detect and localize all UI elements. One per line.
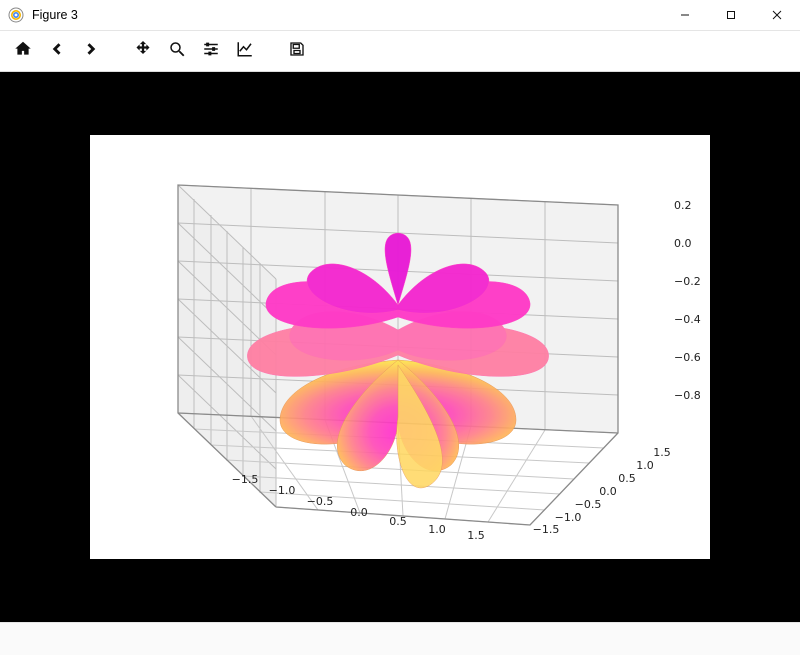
window-titlebar: Figure 3 xyxy=(0,0,800,31)
axes3d[interactable]: 0.2 0.0 −0.2 −0.4 −0.6 −0.8 −1.5 −1.0 −0… xyxy=(130,155,670,535)
window-title: Figure 3 xyxy=(30,8,78,22)
x-tick-label: −1.0 xyxy=(269,484,296,497)
y-tick-label: −1.0 xyxy=(555,511,582,524)
toolbar-separator xyxy=(262,31,280,71)
z-tick-label: 0.0 xyxy=(674,237,718,250)
minimize-button[interactable] xyxy=(662,0,708,30)
x-tick-label: 0.5 xyxy=(389,515,407,528)
sliders-icon xyxy=(202,40,220,63)
window-buttons xyxy=(662,0,800,30)
home-button[interactable] xyxy=(6,34,40,68)
close-button[interactable] xyxy=(754,0,800,30)
z-tick-label: −0.4 xyxy=(674,313,718,326)
forward-button[interactable] xyxy=(74,34,108,68)
y-tick-label: −0.5 xyxy=(575,498,602,511)
axes3d-frame-icon xyxy=(130,155,670,535)
y-tick-label: 0.0 xyxy=(599,485,617,498)
y-tick-label: 1.5 xyxy=(653,446,671,459)
chart-line-icon xyxy=(236,40,254,63)
app-icon xyxy=(8,7,24,23)
y-tick-label: −1.5 xyxy=(533,523,560,536)
x-tick-label: 1.0 xyxy=(428,523,446,536)
z-tick-label: −0.8 xyxy=(674,389,718,402)
move-icon xyxy=(134,40,152,63)
z-tick-label: −0.6 xyxy=(674,351,718,364)
matplotlib-figure[interactable]: 0.2 0.0 −0.2 −0.4 −0.6 −0.8 −1.5 −1.0 −0… xyxy=(90,135,710,559)
y-tick-label: 0.5 xyxy=(618,472,636,485)
zoom-icon xyxy=(168,40,186,63)
save-icon xyxy=(288,40,306,63)
x-tick-label: −0.5 xyxy=(307,495,334,508)
x-tick-label: 0.0 xyxy=(350,506,368,519)
save-button[interactable] xyxy=(280,34,314,68)
edit-axis-button[interactable] xyxy=(228,34,262,68)
home-icon xyxy=(14,40,32,63)
y-tick-label: 1.0 xyxy=(636,459,654,472)
maximize-button[interactable] xyxy=(708,0,754,30)
z-tick-label: 0.2 xyxy=(674,199,718,212)
status-bar xyxy=(0,622,800,655)
figure-canvas-area: 0.2 0.0 −0.2 −0.4 −0.6 −0.8 −1.5 −1.0 −0… xyxy=(0,72,800,622)
x-tick-label: −1.5 xyxy=(232,473,259,486)
x-tick-label: 1.5 xyxy=(467,529,485,542)
pan-button[interactable] xyxy=(126,34,160,68)
zoom-button[interactable] xyxy=(160,34,194,68)
arrow-left-icon xyxy=(48,40,66,63)
back-button[interactable] xyxy=(40,34,74,68)
configure-subplots-button[interactable] xyxy=(194,34,228,68)
matplotlib-toolbar xyxy=(0,31,800,72)
arrow-right-icon xyxy=(82,40,100,63)
z-tick-label: −0.2 xyxy=(674,275,718,288)
toolbar-separator xyxy=(108,31,126,71)
